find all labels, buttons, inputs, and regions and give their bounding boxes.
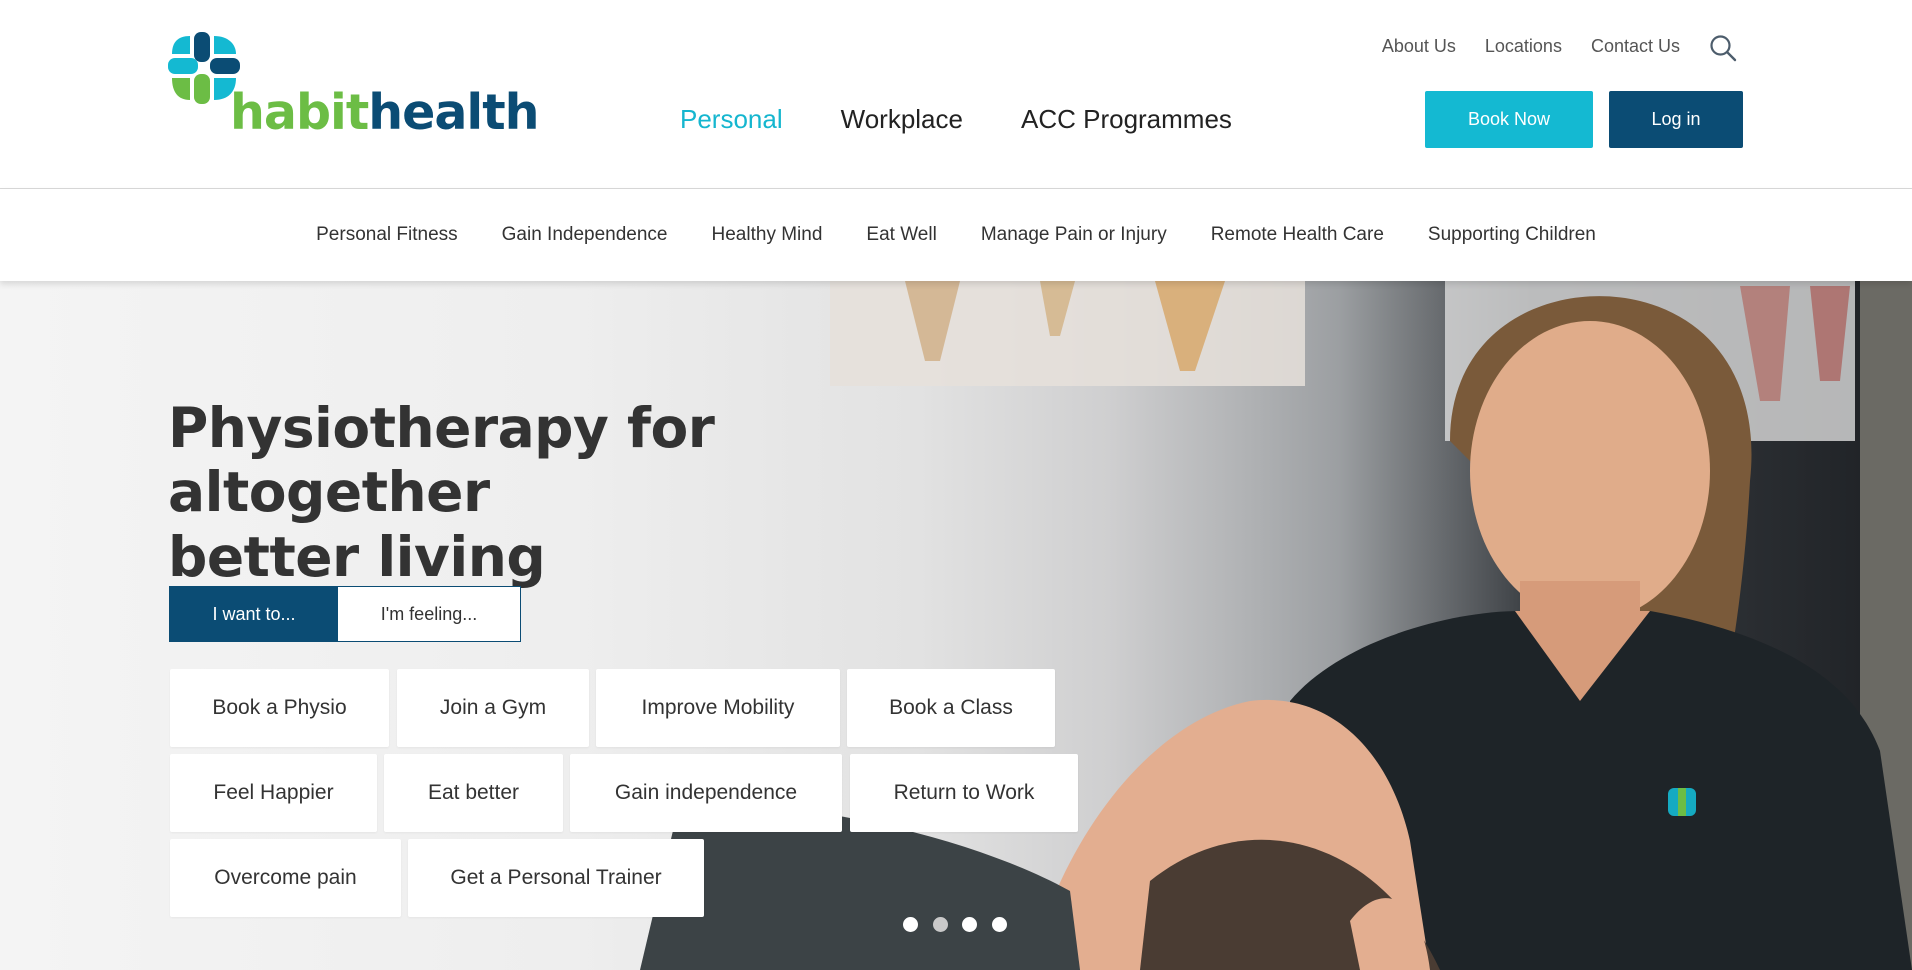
main-nav: Personal Workplace ACC Programmes — [680, 104, 1290, 135]
chip-return-to-work[interactable]: Return to Work — [850, 754, 1078, 832]
log-in-button[interactable]: Log in — [1609, 91, 1743, 148]
category-remote-health-care[interactable]: Remote Health Care — [1211, 224, 1384, 246]
util-link-locations[interactable]: Locations — [1485, 36, 1562, 57]
hero-title: Physiotherapy for altogether better livi… — [168, 396, 988, 589]
category-healthy-mind[interactable]: Healthy Mind — [712, 224, 823, 246]
category-personal-fitness[interactable]: Personal Fitness — [316, 224, 458, 246]
carousel-dot-1[interactable] — [903, 917, 918, 932]
category-manage-pain-or-injury[interactable]: Manage Pain or Injury — [981, 224, 1167, 246]
hero-banner: Physiotherapy for altogether better livi… — [0, 281, 1912, 970]
category-gain-independence[interactable]: Gain Independence — [502, 224, 668, 246]
chip-book-a-class[interactable]: Book a Class — [847, 669, 1055, 747]
category-supporting-children[interactable]: Supporting Children — [1428, 224, 1596, 246]
chip-improve-mobility[interactable]: Improve Mobility — [596, 669, 840, 747]
carousel-dot-4[interactable] — [991, 917, 1007, 932]
hero-title-line-1: Physiotherapy for altogether — [168, 396, 715, 525]
chip-join-a-gym[interactable]: Join a Gym — [397, 669, 589, 747]
category-eat-well[interactable]: Eat Well — [866, 224, 936, 246]
util-link-about-us[interactable]: About Us — [1382, 36, 1456, 57]
main-nav-acc-programmes[interactable]: ACC Programmes — [1021, 104, 1232, 135]
logo-word-health: health — [368, 84, 539, 141]
book-now-button[interactable]: Book Now — [1425, 91, 1593, 148]
carousel-dots — [903, 917, 1021, 932]
toggle-i-want-to[interactable]: I want to... — [170, 587, 338, 641]
main-nav-workplace[interactable]: Workplace — [841, 104, 963, 135]
utility-nav: About Us Locations Contact Us — [1353, 32, 1737, 62]
intent-toggle: I want to... I'm feeling... — [169, 586, 521, 642]
search-icon[interactable] — [1709, 34, 1737, 62]
category-nav: Personal Fitness Gain Independence Healt… — [0, 189, 1912, 281]
logo-word-habit: habit — [230, 84, 369, 141]
chip-get-a-personal-trainer[interactable]: Get a Personal Trainer — [408, 839, 704, 917]
site-header: habithealth About Us Locations Contact U… — [0, 0, 1912, 189]
carousel-dot-3[interactable] — [962, 917, 977, 932]
logo-wordmark: habithealth — [230, 88, 540, 137]
chip-book-a-physio[interactable]: Book a Physio — [170, 669, 389, 747]
chip-gain-independence[interactable]: Gain independence — [570, 754, 842, 832]
chip-overcome-pain[interactable]: Overcome pain — [170, 839, 401, 917]
util-link-contact-us[interactable]: Contact Us — [1591, 36, 1680, 57]
chip-feel-happier[interactable]: Feel Happier — [170, 754, 377, 832]
brand-logo[interactable]: habithealth — [168, 32, 540, 142]
carousel-dot-2[interactable] — [932, 917, 948, 932]
main-nav-personal[interactable]: Personal — [680, 104, 783, 135]
toggle-im-feeling[interactable]: I'm feeling... — [338, 587, 520, 641]
chip-eat-better[interactable]: Eat better — [384, 754, 563, 832]
hero-title-line-2: better living — [168, 524, 546, 589]
